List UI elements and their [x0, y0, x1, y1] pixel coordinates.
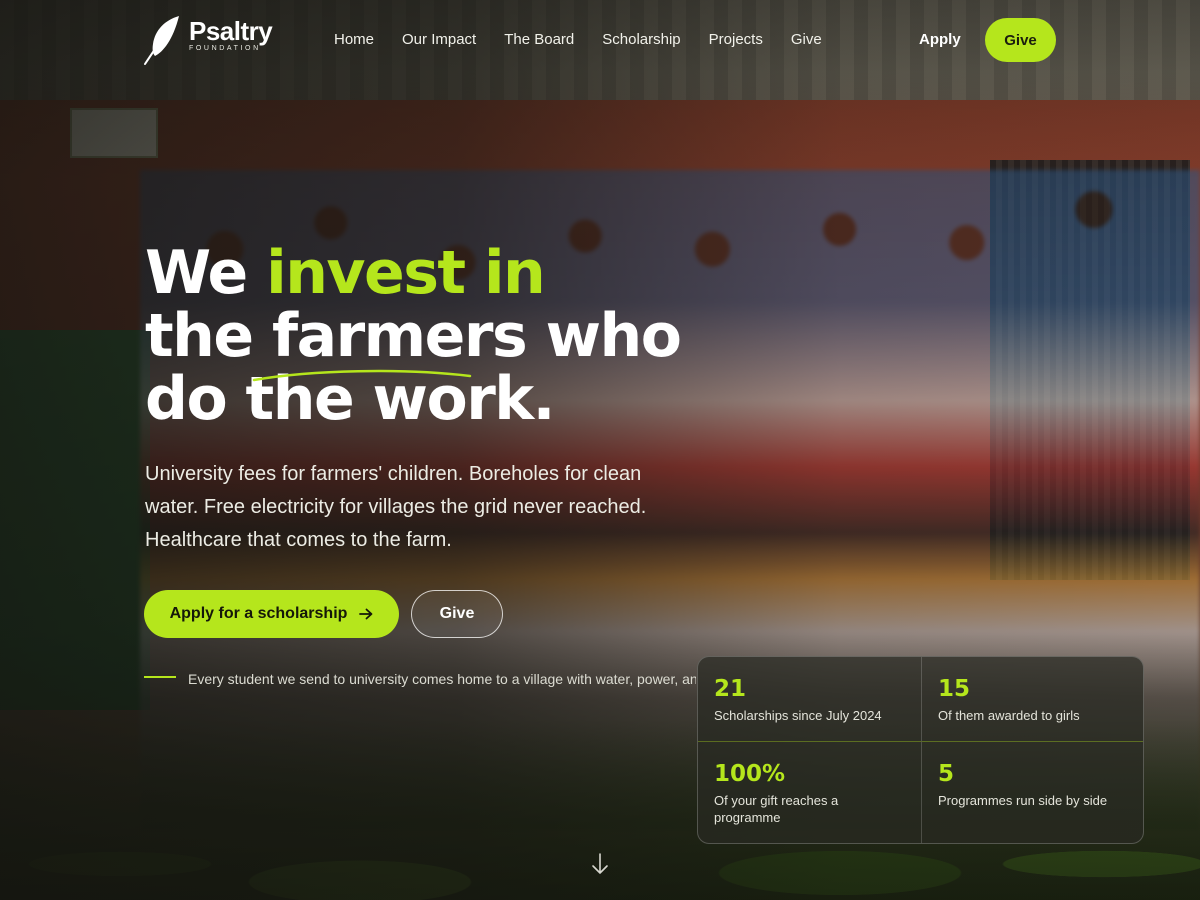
feather-icon [144, 16, 179, 65]
tagline-rule [144, 676, 176, 678]
nav-item-projects[interactable]: Projects [709, 31, 763, 48]
arrow-down-icon[interactable] [590, 852, 610, 876]
hero-title-part1: We [145, 238, 267, 308]
nav-item-give[interactable]: Give [791, 31, 822, 48]
hero-give-button[interactable]: Give [411, 590, 503, 638]
site-header: Psaltry FOUNDATION Home Our Impact The B… [0, 0, 1200, 80]
nav-item-the-board[interactable]: The Board [504, 31, 574, 48]
stat-label: Programmes run side by side [938, 793, 1108, 808]
brand-name: Psaltry [189, 16, 273, 46]
arrow-right-icon [359, 608, 373, 620]
hero-title-line-1: We invest in [145, 242, 705, 305]
stat-scholarships: 21 Scholarships since July 2024 [698, 657, 922, 742]
nav-item-our-impact[interactable]: Our Impact [402, 31, 476, 48]
stat-value: 15 [938, 676, 971, 702]
apply-link[interactable]: Apply [919, 31, 961, 48]
stat-label: Of them awarded to girls [938, 708, 1080, 723]
main-nav: Home Our Impact The Board Scholarship Pr… [334, 31, 822, 48]
logo-text: Psaltry FOUNDATION [189, 16, 273, 52]
apply-scholarship-label: Apply for a scholarship [169, 605, 348, 622]
hero-title: We invest in the farmers who do the work… [145, 242, 705, 431]
site-logo[interactable]: Psaltry FOUNDATION [143, 14, 273, 68]
stat-gift-percentage: 100% Of your gift reaches a programme [698, 742, 922, 843]
header-give-button[interactable]: Give [985, 18, 1056, 62]
hero-subtitle: University fees for farmers' children. B… [145, 463, 647, 551]
brand-subtitle: FOUNDATION [189, 45, 261, 52]
nav-item-home[interactable]: Home [334, 31, 374, 48]
impact-stats-card: 21 Scholarships since July 2024 15 Of th… [697, 656, 1144, 844]
hero-tagline: Every student we send to university come… [188, 671, 696, 687]
stat-girls: 15 Of them awarded to girls [922, 657, 1143, 742]
stat-label: Scholarships since July 2024 [714, 708, 882, 723]
title-underline-swash [252, 369, 472, 382]
stat-label: Of your gift reaches a programme [714, 793, 839, 825]
stat-value: 21 [714, 676, 747, 702]
hero-title-accent: invest in [266, 238, 546, 308]
apply-scholarship-button[interactable]: Apply for a scholarship [144, 590, 399, 638]
stat-value: 100% [714, 761, 786, 787]
hero-title-line-2: the farmers who [145, 301, 682, 371]
nav-item-scholarship[interactable]: Scholarship [602, 31, 680, 48]
stat-value: 5 [938, 761, 955, 787]
stat-programmes: 5 Programmes run side by side [922, 742, 1143, 843]
